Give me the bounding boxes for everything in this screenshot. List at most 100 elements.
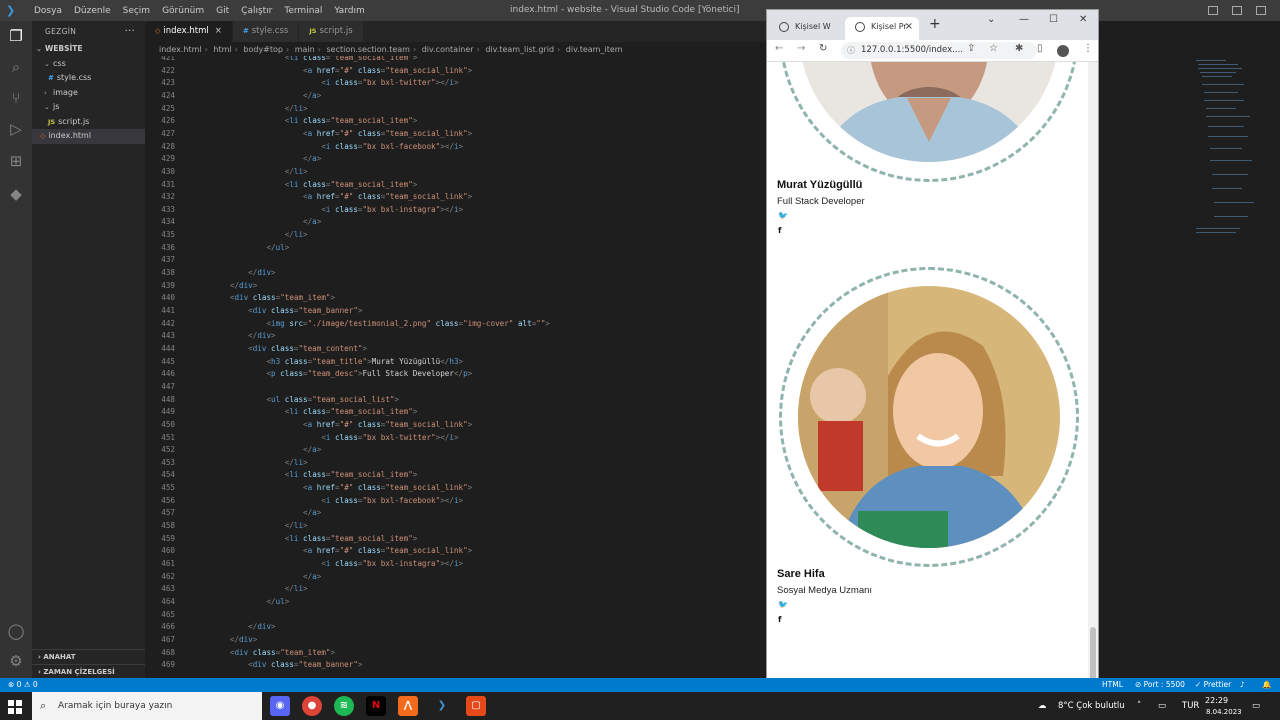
notifications-bell-icon[interactable]: 🔔 <box>1262 678 1271 692</box>
back-icon[interactable]: ← <box>775 43 783 54</box>
menu-view[interactable]: Görünüm <box>156 6 210 16</box>
tree-file-script[interactable]: JS script.js <box>32 115 145 130</box>
breadcrumb-item[interactable]: index.html <box>159 45 202 54</box>
menu-kebab-icon[interactable]: ⋮ <box>1083 43 1093 54</box>
tab-style-css[interactable]: # style.css <box>232 21 300 42</box>
profile-avatar[interactable] <box>1057 45 1069 57</box>
menu-go[interactable]: Git <box>210 6 235 16</box>
timeline-section[interactable]: › ZAMAN ÇİZELGESİ <box>32 664 145 678</box>
code-line[interactable]: <li class="team_social_item"> <box>175 116 418 125</box>
breadcrumb-item[interactable]: section.section.team <box>327 45 410 54</box>
twitter-icon[interactable]: 🐦 <box>778 600 788 609</box>
new-tab-icon[interactable]: + <box>929 16 941 32</box>
live-server-port[interactable]: ⊘ Port : 5500 <box>1135 678 1185 692</box>
code-line[interactable]: <a href="#" class="team_social_link"> <box>175 546 472 555</box>
facebook-icon[interactable]: f <box>778 615 781 624</box>
tree-file-index[interactable]: ◇ index.html <box>32 129 145 144</box>
menu-terminal[interactable]: Terminal <box>278 6 328 16</box>
code-line[interactable]: <li class="team_social_item"> <box>175 407 418 416</box>
code-line[interactable]: <li class="team_social_item"> <box>175 180 418 189</box>
browser-tab[interactable]: Kişisel W <box>769 17 841 40</box>
tree-folder-js[interactable]: ⌄ js <box>32 100 145 115</box>
battery-icon[interactable]: ▭ <box>1158 692 1166 720</box>
close-icon[interactable]: × <box>905 17 913 37</box>
app-icon[interactable]: ⋀ <box>398 696 418 716</box>
tab-script-js[interactable]: JS script.js <box>299 21 364 42</box>
vscode-taskbar-icon[interactable]: ❯ <box>432 696 452 716</box>
reload-icon[interactable]: ↻ <box>819 43 827 54</box>
language-mode[interactable]: HTML <box>1102 678 1123 692</box>
tree-folder-css[interactable]: ⌄ css <box>32 57 145 72</box>
code-line[interactable]: <img src="./image/testimonial_2.png" cla… <box>175 319 550 328</box>
code-line[interactable] <box>175 610 193 619</box>
code-line[interactable]: <p class="team_desc">Full Stack Develope… <box>175 369 472 378</box>
taskbar-search-input[interactable]: ⌕ Aramak için buraya yazın <box>32 692 262 720</box>
breadcrumb-item[interactable]: main <box>295 45 315 54</box>
side-panel-icon[interactable]: ▯ <box>1037 43 1043 54</box>
search-icon[interactable]: ⌕ <box>6 57 26 77</box>
address-bar[interactable]: ⓘ 127.0.0.1:5500/index.... <box>841 42 1037 59</box>
maximize-icon[interactable]: ☐ <box>1049 14 1058 25</box>
code-line[interactable]: <i class="bx bxl-facebook"></i> <box>175 142 463 151</box>
code-line[interactable]: <i class="bx bxl-twitter"></i> <box>175 78 458 87</box>
outline-section[interactable]: › ANAHAT <box>32 649 145 663</box>
code-line[interactable]: <li class="team_social_item"> <box>175 56 418 62</box>
code-line[interactable]: </li> <box>175 521 308 530</box>
chrome-icon[interactable]: ● <box>302 696 322 716</box>
tab-index-html[interactable]: ◇ index.html × <box>145 21 233 42</box>
code-line[interactable]: <i class="bx bxl-instagra"></i> <box>175 559 463 568</box>
code-line[interactable]: </div> <box>175 331 275 340</box>
tree-file-style[interactable]: # style.css <box>32 71 145 86</box>
facebook-icon[interactable]: f <box>778 226 781 235</box>
code-line[interactable]: </div> <box>175 622 275 631</box>
menu-selection[interactable]: Seçim <box>117 6 156 16</box>
minimap[interactable] <box>1190 56 1260 256</box>
code-line[interactable]: <a href="#" class="team_social_link"> <box>175 192 472 201</box>
code-line[interactable]: <li class="team_social_item"> <box>175 470 418 479</box>
panel-toggle-icon[interactable] <box>1232 6 1242 15</box>
account-icon[interactable]: ◯ <box>6 621 26 641</box>
run-debug-icon[interactable]: ▷ <box>6 119 26 139</box>
more-actions-icon[interactable]: ··· <box>125 21 135 42</box>
menu-run[interactable]: Çalıştır <box>235 6 278 16</box>
close-icon[interactable]: × <box>215 26 222 36</box>
python-icon[interactable]: ◆ <box>6 184 26 204</box>
problems-status[interactable]: ⊗ 0 ⚠ 0 <box>8 678 38 692</box>
tray-chevron-icon[interactable]: ˄ <box>1137 692 1141 720</box>
close-window-icon[interactable]: ✕ <box>1079 14 1087 25</box>
netflix-icon[interactable]: N <box>366 696 386 716</box>
code-line[interactable]: </ul> <box>175 243 289 252</box>
code-line[interactable] <box>175 255 193 264</box>
bookmark-star-icon[interactable]: ☆ <box>989 43 998 54</box>
code-line[interactable]: <h3 class="team_title">Murat Yüzügüllü</… <box>175 357 463 366</box>
code-line[interactable]: </div> <box>175 635 257 644</box>
code-line[interactable]: </li> <box>175 104 308 113</box>
breadcrumb-item[interactable]: div.team_item <box>566 45 623 54</box>
breadcrumb-item[interactable]: body#top <box>243 45 283 54</box>
weather-icon[interactable]: ☁ <box>1038 692 1047 720</box>
sidebar-toggle-icon[interactable] <box>1256 6 1266 15</box>
layout-toggle-icon[interactable] <box>1208 6 1218 15</box>
menu-edit[interactable]: Düzenle <box>68 6 117 16</box>
windows-start-icon[interactable] <box>8 699 22 714</box>
weather-status[interactable]: 8°C Çok bulutlu <box>1058 692 1125 720</box>
code-line[interactable]: <a href="#" class="team_social_link"> <box>175 129 472 138</box>
clock-date[interactable]: 8.04.2023 <box>1206 698 1242 720</box>
code-line[interactable]: </a> <box>175 154 321 163</box>
breadcrumb-item[interactable]: div.team_list.grid <box>485 45 554 54</box>
tree-root-website[interactable]: ⌄ WEBSİTE <box>32 42 145 57</box>
tree-folder-image[interactable]: › image <box>32 86 145 101</box>
notifications-icon[interactable]: ▭ <box>1252 692 1260 720</box>
code-line[interactable]: <i class="bx bxl-twitter"></i> <box>175 433 458 442</box>
code-line[interactable]: <div class="team_banner"> <box>175 306 362 315</box>
code-line[interactable]: </a> <box>175 91 321 100</box>
code-line[interactable]: </li> <box>175 167 308 176</box>
app-icon[interactable]: ▢ <box>466 696 486 716</box>
code-line[interactable]: <a href="#" class="team_social_link"> <box>175 483 472 492</box>
code-editor[interactable]: 421 <li class="team_social_item"> 422 <a … <box>145 56 766 678</box>
code-line[interactable]: </a> <box>175 217 321 226</box>
breadcrumb-item[interactable]: div.container <box>422 45 474 54</box>
settings-gear-icon[interactable]: ⚙ <box>6 651 26 671</box>
code-line[interactable]: <a href="#" class="team_social_link"> <box>175 420 472 429</box>
menu-file[interactable]: Dosya <box>28 6 68 16</box>
